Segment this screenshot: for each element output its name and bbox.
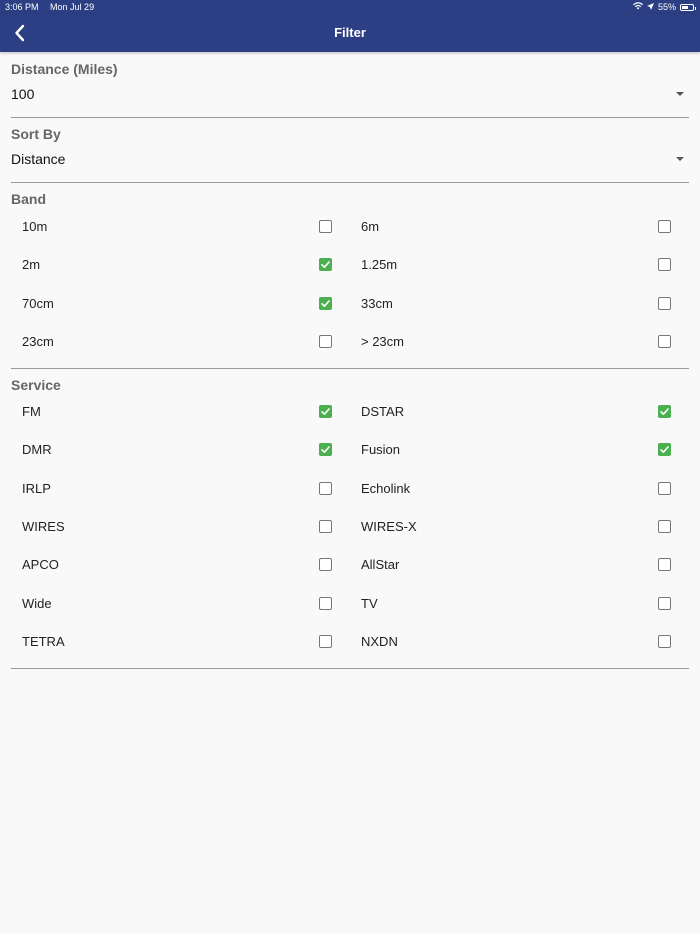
band-section: Band — [11, 191, 689, 207]
checkbox-icon[interactable] — [658, 334, 671, 348]
checkbox-icon[interactable] — [658, 558, 671, 572]
option-apco[interactable]: APCO — [22, 550, 352, 580]
divider — [11, 117, 689, 118]
option-33cm[interactable]: 33cm — [361, 289, 691, 319]
status-time: 3:06 PM — [5, 2, 39, 12]
option-label: Wide — [22, 595, 52, 611]
checkbox-checked-icon[interactable] — [319, 296, 332, 310]
checkbox-icon[interactable] — [319, 334, 332, 348]
divider — [11, 182, 689, 183]
option-label: TV — [361, 595, 378, 611]
checkbox-icon[interactable] — [658, 258, 671, 272]
distance-value: 100 — [11, 86, 35, 102]
option-allstar[interactable]: AllStar — [361, 550, 691, 580]
option-echolink[interactable]: Echolink — [361, 474, 691, 504]
checkbox-icon[interactable] — [658, 519, 671, 533]
option-6m[interactable]: 6m — [361, 212, 691, 242]
checkbox-icon[interactable] — [658, 481, 671, 495]
battery-icon — [680, 3, 696, 11]
option-label: DMR — [22, 442, 52, 458]
option-label: 1.25m — [361, 257, 398, 273]
option-label: 33cm — [361, 295, 393, 311]
option-23cm[interactable]: > 23cm — [361, 327, 691, 357]
divider — [11, 368, 689, 369]
nav-bar: Filter — [0, 14, 700, 52]
sort-value: Distance — [11, 151, 66, 167]
checkbox-icon[interactable] — [319, 558, 332, 572]
distance-label: Distance (Miles) — [11, 61, 118, 77]
option-label: 6m — [361, 219, 380, 234]
service-section: Service — [11, 377, 689, 393]
option-label: Echolink — [361, 480, 411, 496]
option-label: 23cm — [22, 333, 54, 349]
option-dmr[interactable]: DMR — [22, 435, 352, 465]
location-icon — [646, 2, 654, 12]
checkbox-icon[interactable] — [658, 634, 671, 648]
checkbox-checked-icon[interactable] — [658, 405, 671, 418]
dropdown-arrow-icon — [676, 92, 684, 96]
option-tetra[interactable]: TETRA — [22, 627, 352, 657]
option-label: 2m — [22, 257, 41, 273]
battery-percent: 55% — [657, 2, 676, 12]
checkbox-checked-icon[interactable] — [319, 258, 332, 272]
checkbox-icon[interactable] — [319, 220, 332, 233]
option-wide[interactable]: Wide — [22, 589, 352, 619]
checkbox-checked-icon[interactable] — [658, 443, 671, 457]
sort-section: Sort By — [11, 126, 689, 142]
option-label: > 23cm — [361, 333, 404, 349]
option-dstar[interactable]: DSTAR — [361, 397, 691, 427]
band-label: Band — [11, 191, 46, 207]
option-tv[interactable]: TV — [361, 589, 691, 619]
option-label: NXDN — [361, 633, 398, 649]
checkbox-icon[interactable] — [658, 296, 671, 310]
checkbox-icon[interactable] — [319, 596, 332, 610]
checkbox-checked-icon[interactable] — [319, 443, 332, 457]
checkbox-icon[interactable] — [658, 220, 671, 233]
option-label: IRLP — [22, 480, 51, 496]
option-label: 10m — [22, 219, 48, 234]
option-irlp[interactable]: IRLP — [22, 474, 352, 504]
checkbox-icon[interactable] — [319, 519, 332, 533]
option-1-25m[interactable]: 1.25m — [361, 250, 691, 280]
option-23cm[interactable]: 23cm — [22, 327, 352, 357]
option-nxdn[interactable]: NXDN — [361, 627, 691, 657]
option-label: WIRES — [22, 518, 65, 534]
option-label: APCO — [22, 557, 59, 573]
checkbox-checked-icon[interactable] — [319, 405, 332, 418]
option-label: Fusion — [361, 442, 401, 458]
page-title: Filter — [334, 25, 366, 40]
option-label: TETRA — [22, 633, 65, 649]
distance-dropdown[interactable]: 100 — [11, 82, 689, 106]
distance-section: Distance (Miles) — [11, 61, 689, 77]
checkbox-icon[interactable] — [658, 596, 671, 610]
option-label: DSTAR — [361, 404, 405, 419]
sort-label: Sort By — [11, 126, 61, 142]
checkbox-icon[interactable] — [319, 481, 332, 495]
option-10m[interactable]: 10m — [22, 212, 352, 242]
option-label: FM — [22, 404, 41, 419]
option-label: AllStar — [361, 557, 400, 573]
sort-dropdown[interactable]: Distance — [11, 147, 689, 171]
dropdown-arrow-icon — [676, 157, 684, 161]
option-wires-x[interactable]: WIRES-X — [361, 512, 691, 542]
wifi-icon — [632, 2, 643, 12]
status-date: Mon Jul 29 — [50, 2, 95, 12]
service-label: Service — [11, 377, 61, 393]
option-2m[interactable]: 2m — [22, 250, 352, 280]
option-fusion[interactable]: Fusion — [361, 435, 691, 465]
option-label: 70cm — [22, 295, 54, 311]
option-fm[interactable]: FM — [22, 397, 352, 427]
checkbox-icon[interactable] — [319, 634, 332, 648]
option-wires[interactable]: WIRES — [22, 512, 352, 542]
divider — [11, 668, 689, 669]
option-label: WIRES-X — [361, 518, 417, 534]
option-70cm[interactable]: 70cm — [22, 289, 352, 319]
status-bar: 3:06 PM Mon Jul 29 55% — [0, 0, 700, 14]
